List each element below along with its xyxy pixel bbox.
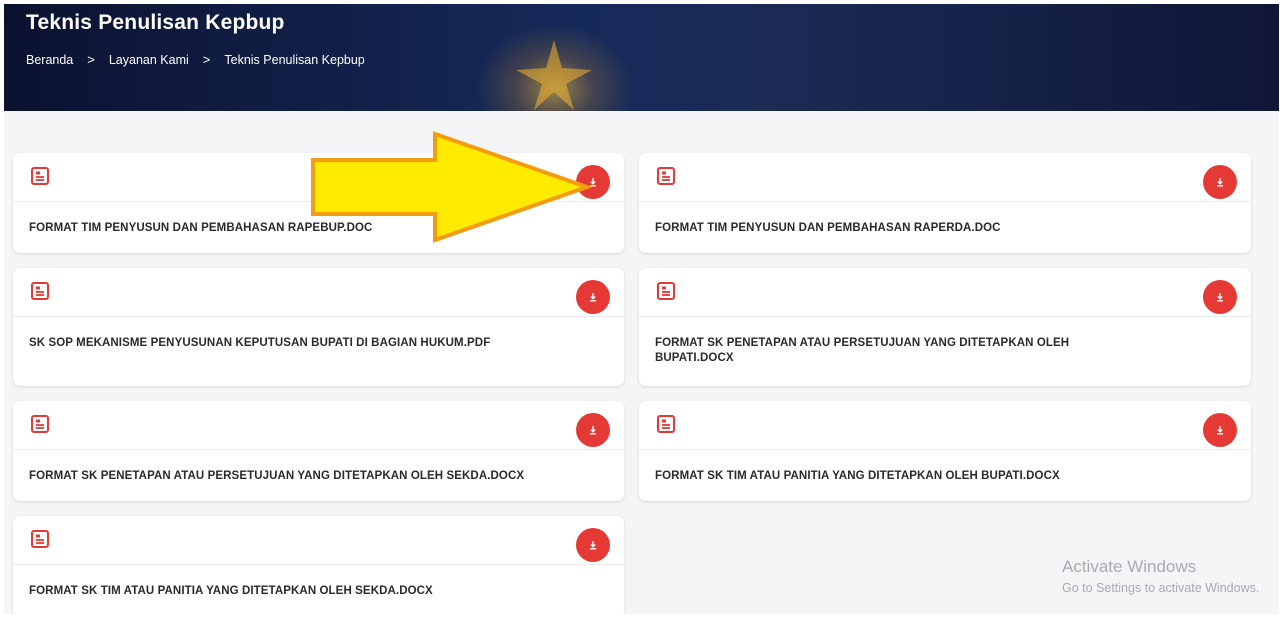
- document-title[interactable]: FORMAT SK PENETAPAN ATAU PERSETUJUAN YAN…: [655, 336, 1131, 366]
- page-frame: Teknis Penulisan Kepbup Beranda > Layana…: [4, 4, 1279, 614]
- download-icon: [590, 293, 596, 302]
- document-card: FORMAT SK TIM ATAU PANITIA YANG DITETAPK…: [639, 401, 1251, 501]
- document-icon: [31, 530, 49, 548]
- breadcrumb-home[interactable]: Beranda: [26, 53, 73, 67]
- document-title[interactable]: FORMAT SK TIM ATAU PANITIA YANG DITETAPK…: [29, 584, 608, 599]
- document-icon: [31, 167, 49, 185]
- card-header: [639, 401, 1251, 450]
- page-header: Teknis Penulisan Kepbup Beranda > Layana…: [4, 4, 1279, 111]
- annotation-arrow-icon: [311, 131, 594, 243]
- download-button[interactable]: [576, 280, 610, 314]
- card-header: [13, 401, 624, 450]
- document-icon: [657, 167, 675, 185]
- document-icon: [657, 282, 675, 300]
- download-button[interactable]: [576, 413, 610, 447]
- document-icon: [31, 282, 49, 300]
- breadcrumb-separator: >: [87, 52, 95, 67]
- document-title[interactable]: SK SOP MEKANISME PENYUSUNAN KEPUTUSAN BU…: [29, 336, 608, 351]
- document-title[interactable]: FORMAT SK PENETAPAN ATAU PERSETUJUAN YAN…: [29, 469, 608, 484]
- breadcrumb-separator: >: [202, 52, 211, 67]
- activate-windows-hint: Go to Settings to activate Windows.: [1062, 581, 1260, 595]
- download-icon: [1217, 178, 1223, 187]
- download-button[interactable]: [576, 528, 610, 562]
- download-button[interactable]: [1203, 413, 1237, 447]
- download-icon: [590, 426, 596, 435]
- download-icon: [590, 541, 596, 550]
- document-card: FORMAT SK PENETAPAN ATAU PERSETUJUAN YAN…: [639, 268, 1251, 386]
- document-card: FORMAT TIM PENYUSUN DAN PEMBAHASAN RAPER…: [639, 153, 1251, 253]
- document-card: FORMAT SK TIM ATAU PANITIA YANG DITETAPK…: [13, 516, 624, 614]
- download-icon: [1217, 293, 1223, 302]
- card-header: [13, 516, 624, 565]
- breadcrumb-current: Teknis Penulisan Kepbup: [224, 52, 365, 67]
- document-card: FORMAT SK PENETAPAN ATAU PERSETUJUAN YAN…: [13, 401, 624, 501]
- card-header: [13, 268, 624, 317]
- download-button[interactable]: [1203, 280, 1237, 314]
- card-header: [639, 153, 1251, 202]
- download-icon: [1217, 426, 1223, 435]
- document-title[interactable]: FORMAT TIM PENYUSUN DAN PEMBAHASAN RAPER…: [655, 221, 1235, 236]
- document-icon: [657, 415, 675, 433]
- page-title: Teknis Penulisan Kepbup: [26, 11, 285, 34]
- breadcrumb-services[interactable]: Layanan Kami: [109, 53, 189, 67]
- download-button[interactable]: [1203, 165, 1237, 199]
- card-header: [639, 268, 1251, 317]
- breadcrumb: Beranda > Layanan Kami > Teknis Penulisa…: [26, 52, 365, 67]
- document-title[interactable]: FORMAT SK TIM ATAU PANITIA YANG DITETAPK…: [655, 469, 1235, 484]
- activate-windows-watermark: Activate Windows: [1062, 557, 1197, 576]
- header-decoration-star: [516, 40, 592, 110]
- document-icon: [31, 415, 49, 433]
- document-card: SK SOP MEKANISME PENYUSUNAN KEPUTUSAN BU…: [13, 268, 624, 386]
